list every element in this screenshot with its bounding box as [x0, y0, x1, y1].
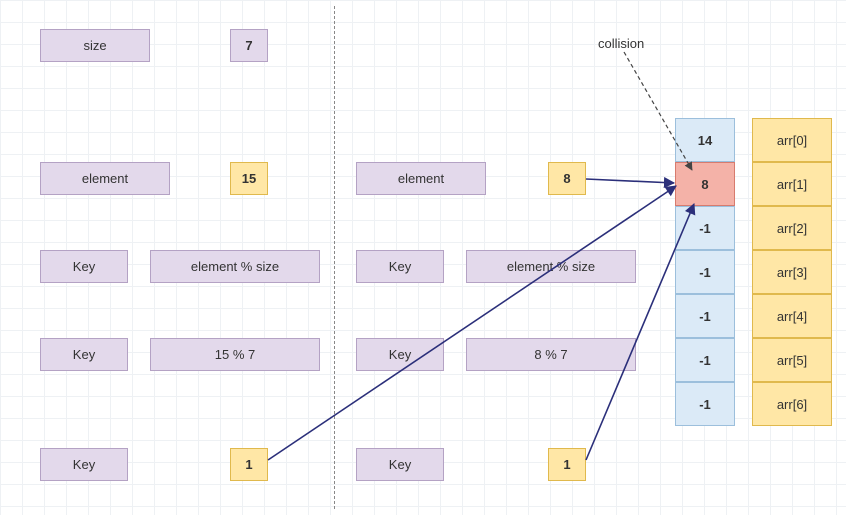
arr-cell-4: -1: [675, 294, 735, 338]
right-element-label: element: [356, 162, 486, 195]
left-key2-formula: 15 % 7: [150, 338, 320, 371]
right-key2-formula: 8 % 7: [466, 338, 636, 371]
arr-label-3: arr[3]: [752, 250, 832, 294]
arr-label-2: arr[2]: [752, 206, 832, 250]
arr-label-1: arr[1]: [752, 162, 832, 206]
right-key1-label: Key: [356, 250, 444, 283]
size-label-box: size: [40, 29, 150, 62]
left-key1-label: Key: [40, 250, 128, 283]
arr-label-5: arr[5]: [752, 338, 832, 382]
left-key3-value: 1: [230, 448, 268, 481]
left-key1-formula: element % size: [150, 250, 320, 283]
arr-cell-5: -1: [675, 338, 735, 382]
right-key2-label: Key: [356, 338, 444, 371]
right-key3-value: 1: [548, 448, 586, 481]
vertical-divider: [334, 6, 335, 509]
left-element-label: element: [40, 162, 170, 195]
arr-cell-0: 14: [675, 118, 735, 162]
left-key2-label: Key: [40, 338, 128, 371]
right-key3-label: Key: [356, 448, 444, 481]
right-element-arrow: [586, 179, 674, 183]
right-element-value: 8: [548, 162, 586, 195]
arr-cell-1: 8: [675, 162, 735, 206]
arr-label-0: arr[0]: [752, 118, 832, 162]
left-key-arrow: [268, 186, 676, 460]
arr-label-4: arr[4]: [752, 294, 832, 338]
arr-cell-3: -1: [675, 250, 735, 294]
left-key3-label: Key: [40, 448, 128, 481]
arr-label-6: arr[6]: [752, 382, 832, 426]
right-key1-formula: element % size: [466, 250, 636, 283]
collision-label: collision: [598, 36, 644, 51]
left-element-value: 15: [230, 162, 268, 195]
size-value-box: 7: [230, 29, 268, 62]
arr-cell-6: -1: [675, 382, 735, 426]
arr-cell-2: -1: [675, 206, 735, 250]
